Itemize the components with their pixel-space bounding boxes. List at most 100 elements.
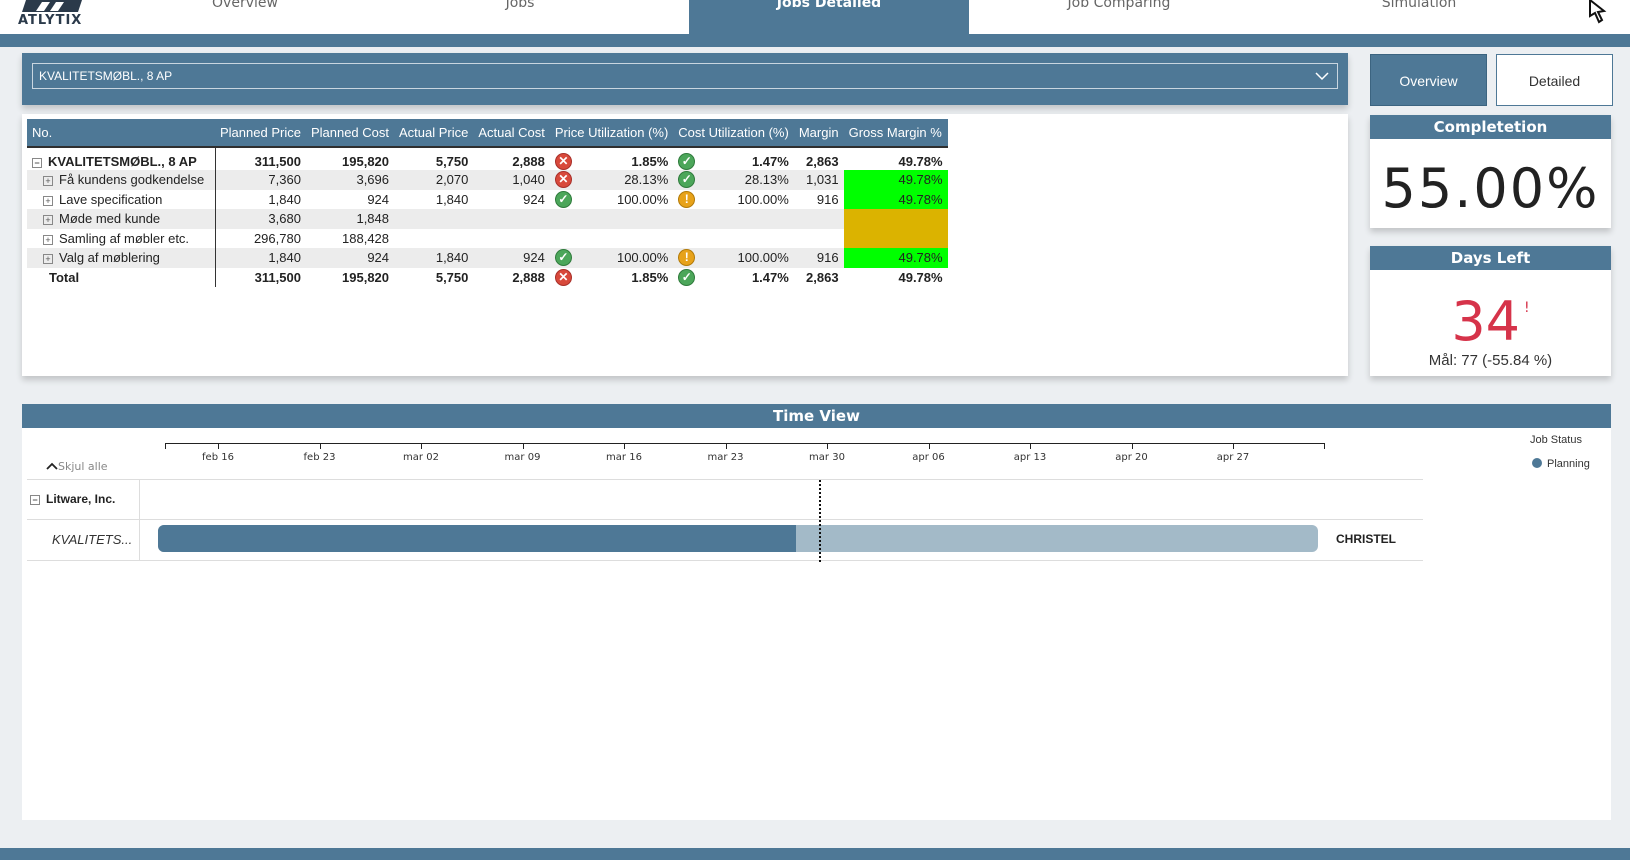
row-name: Samling af møbler etc. (59, 230, 190, 246)
margin-cell (794, 229, 844, 249)
price-status-cell: ✕ (549, 170, 577, 190)
tab-overview[interactable]: Overview (110, 0, 380, 34)
row-name: Lave specification (59, 191, 163, 207)
expand-icon[interactable]: + (43, 234, 53, 245)
price-status-cell (549, 209, 577, 229)
gantt-group-row[interactable]: − Litware, Inc. (30, 492, 115, 506)
row-divider (27, 560, 1423, 561)
planned-cost-cell: 195,820 (342, 153, 390, 169)
expand-icon[interactable]: + (43, 176, 53, 187)
cost-status-cell: ! (673, 248, 701, 268)
axis-tick-label: apr 13 (1013, 452, 1047, 463)
today-marker (819, 480, 821, 562)
row-name-cell: + Møde med kunde (27, 209, 216, 229)
expand-icon[interactable]: + (43, 254, 53, 265)
days-left-target: Mål: 77 (-55.84 %) (1428, 352, 1553, 369)
margin-cell: 2,863 (806, 153, 839, 169)
chevron-up-icon (46, 462, 58, 470)
axis-tick-label: mar 16 (606, 452, 642, 463)
header-no[interactable]: No. (27, 119, 215, 148)
days-left-card: Days Left 34! Mål: 77 (-55.84 %) (1370, 246, 1611, 376)
axis-tick (421, 443, 422, 449)
actual-price-cell: 5,750 (435, 269, 469, 285)
actual-cost-cell (473, 229, 549, 249)
days-left-number: 34 (1451, 290, 1521, 353)
cost-status-cell (673, 229, 700, 249)
legend-item-planning[interactable]: Planning (1532, 458, 1590, 470)
check-icon: ✓ (554, 190, 572, 208)
time-view-gantt: feb 16 feb 23 mar 02 mar 09 mar 16 mar 23 mar … (22, 428, 1611, 820)
table-row: + Møde med kunde 3,680 1,848 (27, 209, 948, 229)
axis-end-tick (1324, 443, 1325, 449)
row-name-cell: + Samling af møbler etc. (27, 228, 216, 248)
cost-status-cell: ✓ (673, 147, 700, 170)
price-status-cell: ✕ (550, 147, 577, 170)
tab-job-comparing[interactable]: Job Comparing (969, 0, 1269, 34)
axis-tick-label: apr 06 (912, 452, 945, 463)
tab-jobs[interactable]: Jobs (380, 0, 660, 34)
gross-margin-cell (843, 209, 948, 229)
chevron-down-icon (1315, 72, 1329, 81)
actual-cost-cell: 924 (523, 191, 545, 207)
completion-card: Completetion 55.00% (1370, 115, 1611, 228)
axis-tick (827, 443, 828, 449)
price-status-cell: ✕ (550, 268, 577, 288)
collapse-icon[interactable]: − (32, 157, 42, 168)
check-icon: ✓ (678, 152, 696, 170)
expand-icon[interactable]: + (43, 215, 53, 226)
legend-title: Job Status (1530, 434, 1582, 446)
axis-tick (725, 443, 727, 449)
job-matrix-table: No. Planned Price Planned Cost Actual Pr… (27, 119, 948, 287)
tab-jobs-detailed[interactable]: Jobs Detailed (689, 0, 969, 34)
cost-utilization-cell: 100.00% (700, 248, 794, 268)
header-actual-cost[interactable]: Actual Cost (473, 119, 550, 148)
actual-price-cell: 2,070 (394, 170, 474, 190)
overview-button[interactable]: Overview (1370, 54, 1487, 106)
row-name-cell: + Få kundens godkendelse (27, 170, 216, 190)
cost-utilization-cell: 100.00% (737, 191, 789, 207)
row-name: KVALITETSMØBL., 8 AP (48, 153, 197, 169)
axis-tick (1233, 443, 1234, 449)
header-planned-cost[interactable]: Planned Cost (305, 119, 395, 148)
margin-cell: 916 (793, 248, 844, 268)
header-cost-utilization[interactable]: Cost Utilization (%) (673, 119, 794, 148)
axis-tick-label: feb 23 (303, 452, 336, 463)
table-row: + Samling af møbler etc. 296,780 188,428 (27, 228, 948, 249)
gantt-bar[interactable] (158, 525, 1318, 552)
axis-tick (1131, 443, 1133, 449)
header-actual-price[interactable]: Actual Price (394, 119, 474, 148)
label-column-divider (139, 479, 140, 561)
collapse-icon[interactable]: − (30, 495, 40, 505)
header-gross-margin[interactable]: Gross Margin % (843, 119, 948, 148)
detailed-button[interactable]: Detailed (1496, 54, 1613, 106)
header-margin[interactable]: Margin (793, 119, 844, 148)
planned-price-cell: 311,500 (254, 269, 301, 285)
brand-logo: ATLYTIX (18, 0, 108, 30)
margin-cell: 2,863 (806, 269, 839, 285)
gantt-job-label[interactable]: KVALITETS... (52, 532, 132, 547)
axis-tick (218, 443, 219, 449)
job-dropdown[interactable]: KVALITETSMØBL., 8 AP (32, 63, 1338, 89)
cost-status-cell: ✓ (673, 268, 700, 288)
check-icon: ✓ (678, 171, 696, 189)
legend-item-label: Planning (1547, 458, 1590, 470)
actual-price-cell (394, 229, 473, 249)
planned-price-cell: 296,780 (253, 230, 301, 246)
gantt-resource-label: CHRISTEL (1336, 532, 1396, 546)
axis-tick (624, 443, 625, 449)
row-name: Total (49, 269, 80, 285)
table-row: + Få kundens godkendelse 7,360 3,696 2,070 1,… (27, 170, 948, 190)
header-planned-price[interactable]: Planned Price (215, 119, 306, 148)
days-left-value: 34! (1370, 280, 1611, 350)
cost-utilization-cell: 28.13% (700, 170, 794, 190)
job-selector-panel: KVALITETSMØBL., 8 AP (22, 53, 1348, 105)
collapse-all-button[interactable]: Skjul alle (46, 460, 108, 473)
days-left-flag: ! (1524, 300, 1530, 316)
pointer-icon[interactable] (1586, 0, 1608, 24)
expand-icon[interactable]: + (43, 195, 53, 206)
header-price-utilization[interactable]: Price Utilization (%) (549, 119, 674, 148)
price-status-cell: ✓ (549, 248, 577, 268)
table-row: − KVALITETSMØBL., 8 AP 311,500 195,820 5,750… (27, 147, 948, 170)
axis-tick (319, 443, 321, 449)
tab-simulation[interactable]: Simulation (1269, 0, 1569, 34)
